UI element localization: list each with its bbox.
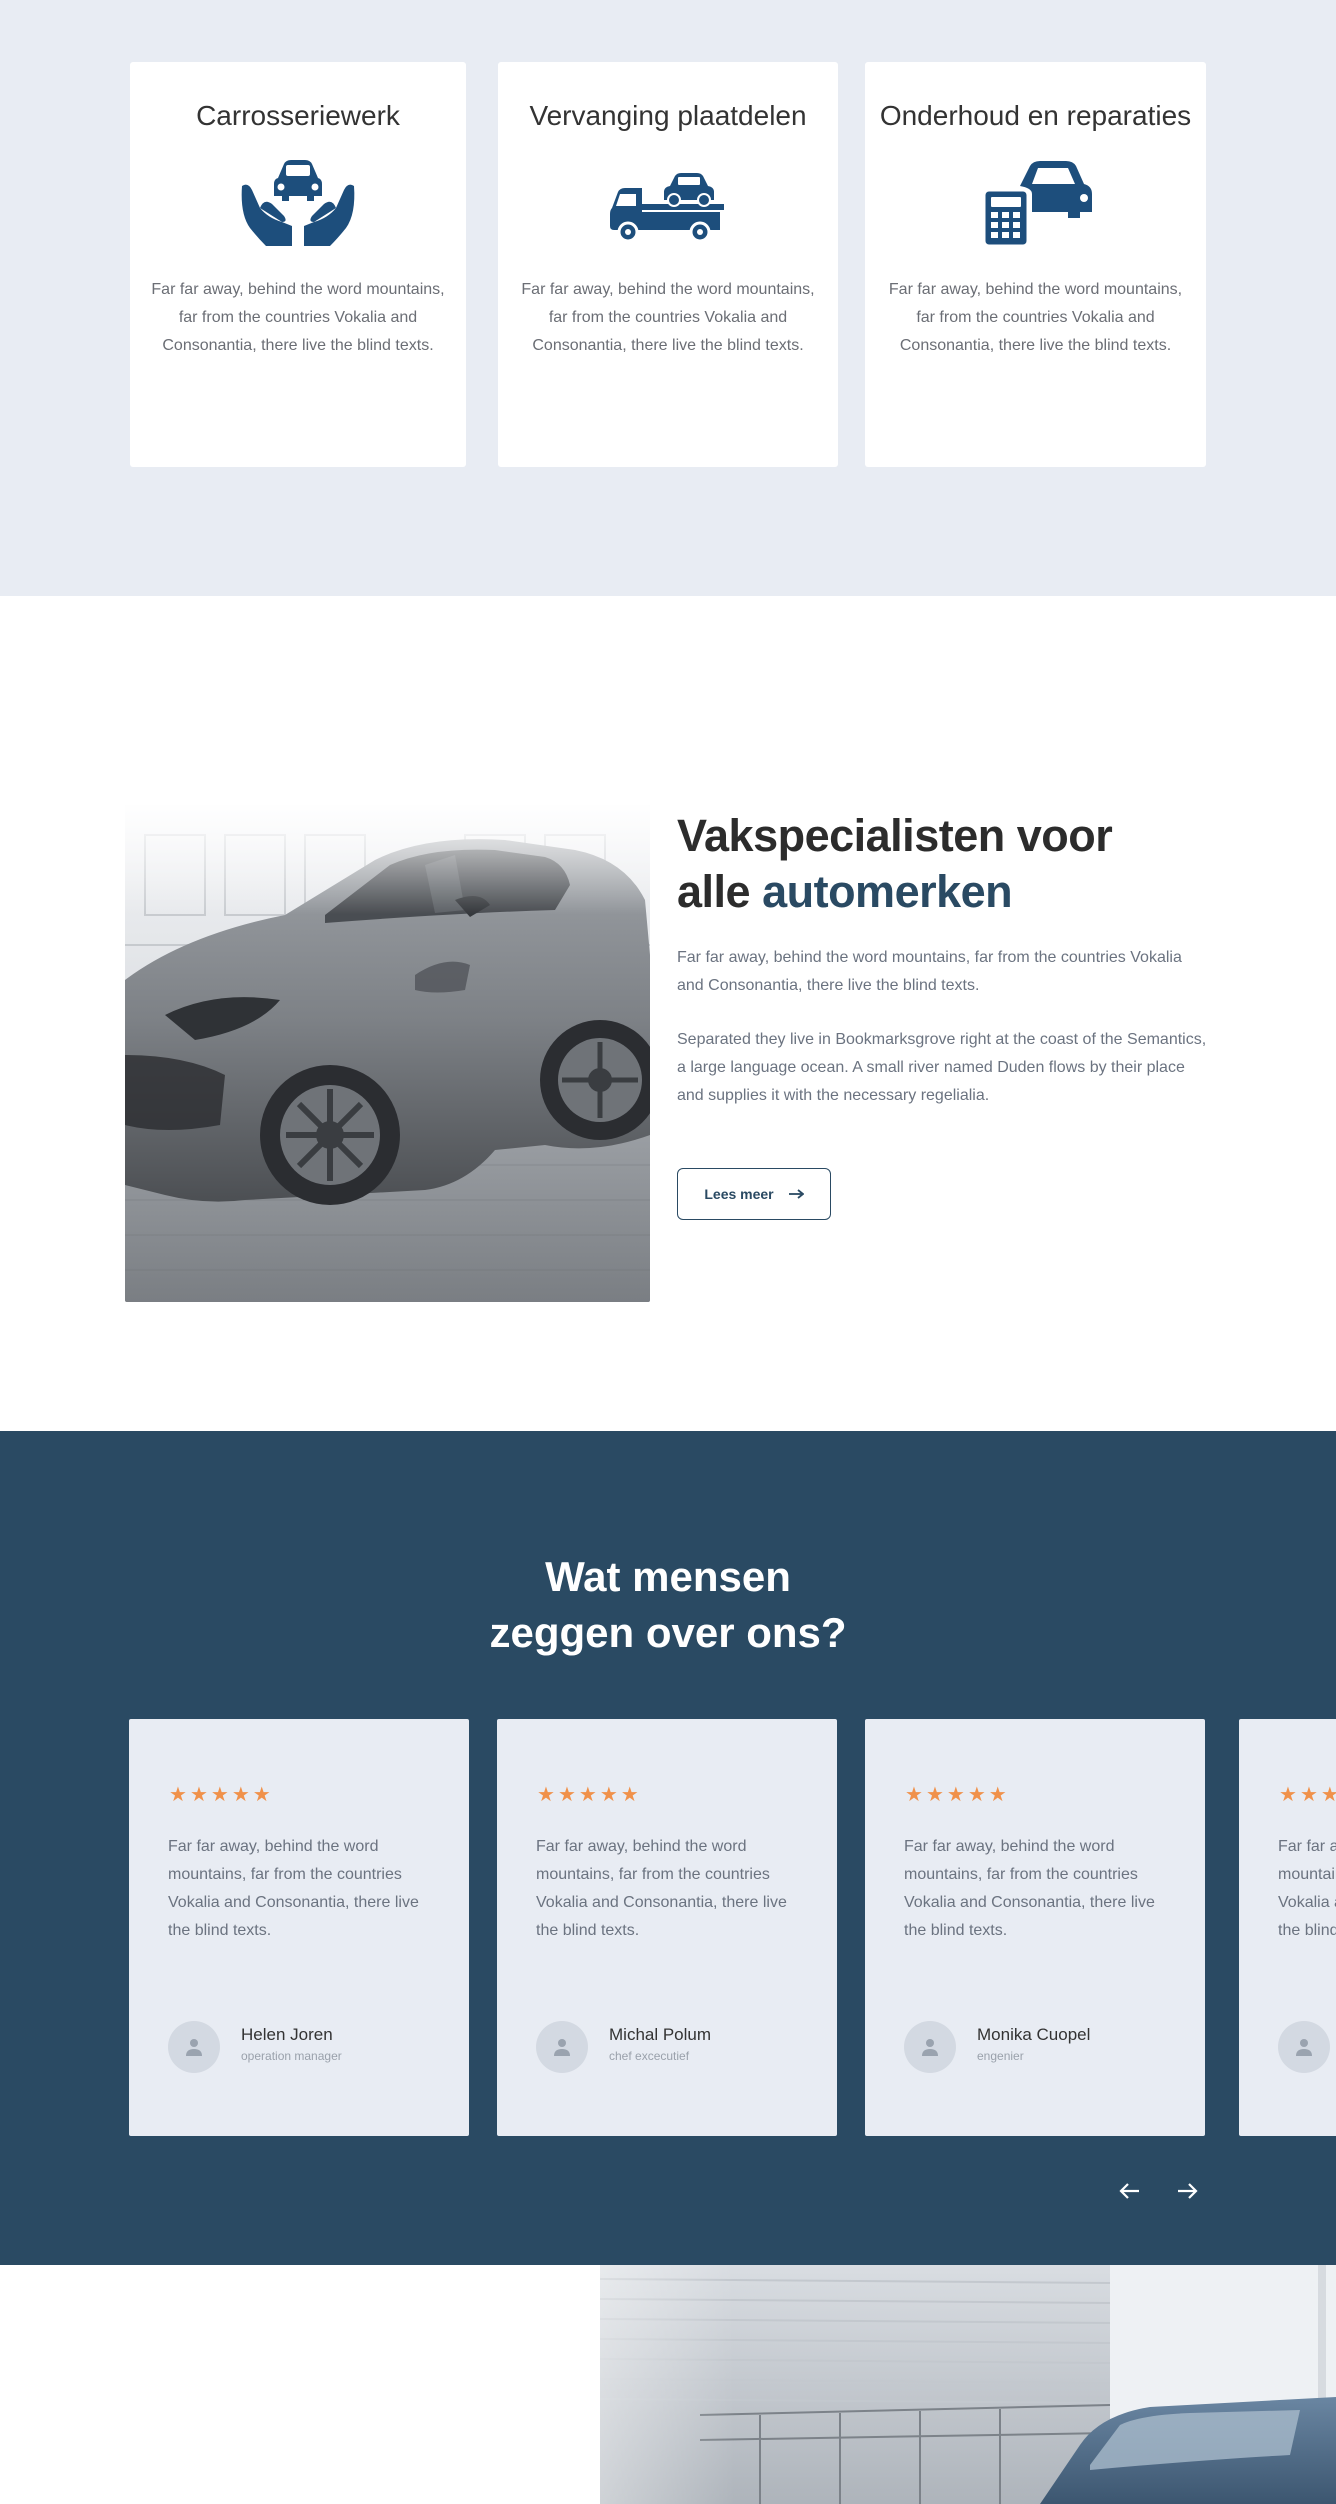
testimonial-card: ★★★★★ Far far away, behind the word moun… — [497, 1719, 837, 2136]
star-icon: ★ — [967, 1784, 986, 1806]
service-description: Far far away, behind the word mountains,… — [888, 281, 1183, 354]
avatar — [536, 2021, 588, 2073]
star-rating: ★★★★★ — [169, 1785, 271, 1805]
star-icon: ★ — [252, 1784, 271, 1806]
testimonial-text: Far far away, behind the word mountains,… — [1278, 1838, 1336, 1939]
carousel-next-button[interactable] — [1170, 2173, 1206, 2209]
car-in-hands-icon — [241, 160, 355, 246]
about-title-line1: Vakspecialisten voor — [677, 810, 1113, 861]
testimonials-section: Wat mensen zeggen over ons? ★ ★ ★ ★ ★ Far fa… — [0, 1431, 1336, 2265]
testimonials-heading-line1: Wat mensen — [545, 1553, 791, 1600]
star-icon: ★ — [578, 1784, 597, 1806]
star-rating: ★★★★★ — [905, 1785, 1007, 1805]
testimonial-card: ★★★★★ Far far away, behind the word moun… — [865, 1719, 1205, 2136]
services-section: Carrosseriewerk Far far away, behind the… — [0, 0, 1336, 596]
user-icon — [554, 2039, 570, 2056]
service-card-carrosseriewerk[interactable]: Carrosseriewerk Far far away, behind the… — [130, 62, 466, 467]
star-icon: ★ — [1320, 1784, 1336, 1806]
star-icon: ★ — [231, 1784, 250, 1806]
service-title: Vervanging plaatdelen — [529, 100, 807, 131]
star-icon: ★ — [620, 1784, 639, 1806]
arrow-left-icon — [1119, 2183, 1139, 2199]
service-card-onderhoud-reparaties[interactable]: Onderhoud en reparaties Far far away, be… — [865, 62, 1206, 467]
testimonial-card: ★★★★★ Far far away, behind the word moun… — [129, 1719, 469, 2136]
carousel-prev-button[interactable] — [1111, 2173, 1147, 2209]
user-icon — [1296, 2039, 1312, 2056]
bottom-hero-image — [0, 2265, 1336, 2504]
testimonial-text: Far far away, behind the word mountains,… — [536, 1838, 787, 1939]
star-icon: ★ — [557, 1784, 576, 1806]
testimonial-text: Far far away, behind the word mountains,… — [168, 1838, 419, 1939]
car-calculator-icon — [982, 161, 1092, 248]
sports-car-image — [125, 805, 650, 1302]
star-icon: ★ — [189, 1784, 208, 1806]
about-title: Vakspecialisten voor alle automerken — [677, 808, 1113, 920]
avatar — [1278, 2021, 1330, 2073]
testimonial-name: Monika Cuopel — [977, 2025, 1091, 2044]
about-title-prefix: alle — [677, 866, 763, 917]
testimonial-name: Helen Joren — [241, 2025, 333, 2044]
testimonials-heading: Wat mensen zeggen over ons? — [0, 1549, 1336, 1661]
avatar — [168, 2021, 220, 2073]
testimonials-heading-line2: zeggen over ons? — [489, 1609, 847, 1656]
star-icon: ★ — [925, 1784, 944, 1806]
service-description: Far far away, behind the word mountains,… — [521, 281, 815, 354]
star-icon: ★ — [988, 1784, 1007, 1806]
star-rating: ★★★★★ — [1279, 1785, 1336, 1805]
testimonial-text: Far far away, behind the word mountains,… — [904, 1838, 1155, 1939]
star-icon: ★ — [1299, 1784, 1318, 1806]
read-more-button[interactable]: Lees meer — [677, 1168, 831, 1220]
star-icon: ★ — [905, 1784, 923, 1806]
about-paragraph-2: Separated they live in Bookmarksgrove ri… — [677, 1031, 1207, 1104]
service-card-vervanging-plaatdelen[interactable]: Vervanging plaatdelen Far far away, behi… — [498, 62, 838, 467]
tow-truck-icon — [610, 173, 724, 243]
star-icon: ★ — [946, 1784, 965, 1806]
testimonial-role: engenier — [977, 2049, 1024, 2063]
service-title: Carrosseriewerk — [196, 100, 400, 131]
service-description: Far far away, behind the word mountains,… — [151, 281, 445, 354]
testimonial-role: chef excecutief — [609, 2049, 690, 2063]
about-title-accent: automerken — [762, 866, 1013, 917]
star-icon: ★ — [210, 1784, 229, 1806]
star-icon: ★ — [1279, 1784, 1297, 1806]
user-icon — [922, 2039, 938, 2056]
testimonial-role: operation manager — [241, 2049, 342, 2063]
star-icon: ★ — [537, 1784, 555, 1806]
avatar — [904, 2021, 956, 2073]
star-icon: ★ — [599, 1784, 618, 1806]
arrow-right-icon — [788, 1189, 804, 1199]
about-paragraph-1: Far far away, behind the word mountains,… — [677, 949, 1182, 994]
star-icon: ★ — [169, 1784, 187, 1806]
testimonial-name: Michal Polum — [609, 2025, 712, 2044]
testimonial-card: ★★★★★ Far far away, behind the word moun… — [1239, 1719, 1336, 2136]
service-title: Onderhoud en reparaties — [879, 100, 1192, 131]
read-more-label: Lees meer — [704, 1186, 774, 1202]
user-icon — [186, 2039, 202, 2056]
star-rating: ★★★★★ — [537, 1785, 639, 1805]
arrow-right-icon — [1178, 2183, 1198, 2199]
